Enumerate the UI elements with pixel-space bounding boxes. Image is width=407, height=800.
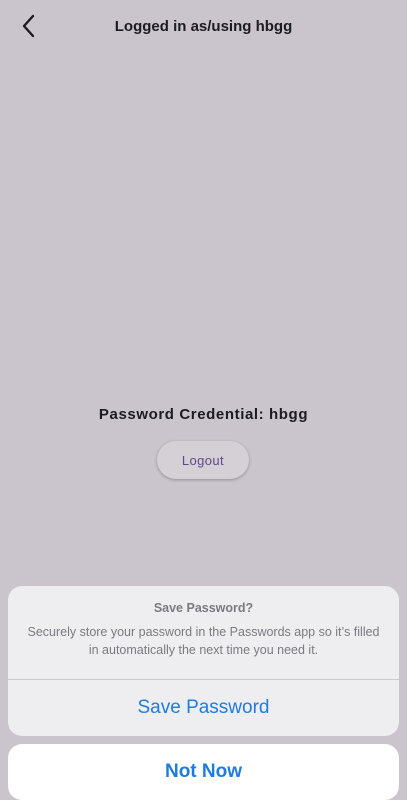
save-password-sheet: Save Password? Securely store your passw… (8, 586, 399, 736)
logout-button-label: Logout (181, 452, 225, 468)
not-now-button[interactable]: Not Now (8, 744, 399, 800)
sheet-title: Save Password? (153, 601, 254, 615)
top-app-bar: Logged in as/using hbgg (0, 0, 407, 56)
sheet-message: Securely store your password in the Pass… (27, 625, 380, 657)
save-password-button[interactable]: Save Password (8, 680, 399, 736)
not-now-label: Not Now (164, 761, 243, 782)
credential-text: Password Credential: hbgg (98, 406, 309, 423)
app-screen: Logged in as/using hbgg Password Credent… (0, 0, 407, 800)
logout-button[interactable]: Logout (157, 441, 249, 479)
page-title: Logged in as/using hbgg (114, 18, 293, 35)
save-password-label: Save Password (137, 697, 270, 718)
